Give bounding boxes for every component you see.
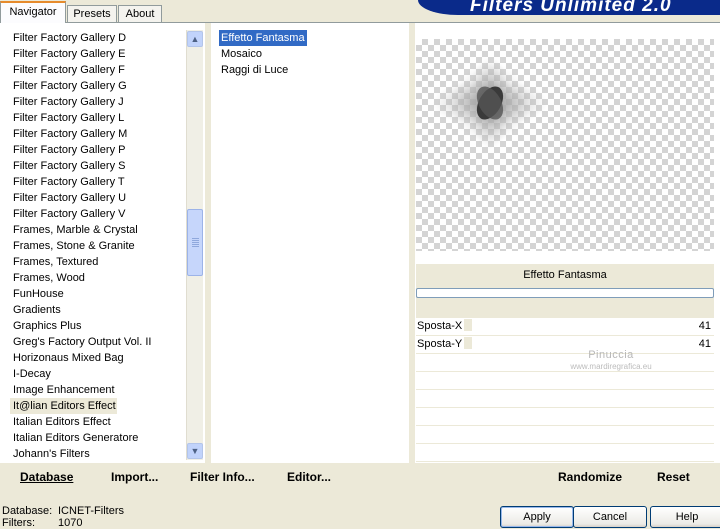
param-row-empty [416, 426, 714, 444]
category-item[interactable]: Frames, Marble & Crystal [10, 222, 186, 238]
param-row-sposta-x: Sposta-X 41 [416, 318, 714, 336]
navigator-panel: Filter Factory Gallery D Filter Factory G… [0, 23, 720, 463]
import-button[interactable]: Import... [111, 470, 158, 484]
filter-item[interactable]: Effetto Fantasma [219, 30, 307, 46]
category-item[interactable]: Filter Factory Gallery T [10, 174, 186, 190]
progress-bar [416, 288, 714, 298]
sposta-y-slider[interactable] [464, 337, 638, 349]
arrow-up-icon[interactable]: ▲ [187, 31, 203, 47]
category-item[interactable]: Filter Factory Gallery L [10, 110, 186, 126]
category-item[interactable]: Filter Factory Gallery V [10, 206, 186, 222]
param-label: Sposta-Y [417, 338, 463, 350]
category-item[interactable]: Filter Factory Gallery J [10, 94, 186, 110]
editor-button[interactable]: Editor... [287, 470, 331, 484]
category-item[interactable]: Frames, Textured [10, 254, 186, 270]
category-item[interactable]: Image Enhancement [10, 382, 186, 398]
database-status-value: ICNET-Filters [58, 505, 124, 517]
ghost-effect-preview [432, 57, 548, 149]
category-item[interactable]: Johann's Filters [10, 446, 186, 462]
scrollbar-thumb[interactable] [187, 209, 203, 276]
param-row-empty [416, 390, 714, 408]
category-item[interactable]: It@lian Editors Effect [10, 398, 117, 414]
category-item[interactable]: I-Decay [10, 366, 186, 382]
param-value: 41 [698, 320, 711, 332]
pane-divider[interactable] [205, 23, 211, 463]
preview-image [416, 39, 714, 251]
database-status-label: Database: [2, 505, 53, 517]
filter-item[interactable]: Raggi di Luce [219, 62, 290, 78]
category-item[interactable]: Frames, Wood [10, 270, 186, 286]
database-label: Database [20, 470, 74, 484]
category-item[interactable]: Filter Factory Gallery E [10, 46, 186, 62]
filter-row: Mosaico [219, 46, 405, 62]
filters-status-value: 1070 [58, 517, 83, 529]
category-item[interactable]: Italian Editors Generatore [10, 430, 186, 446]
status-area: Database: ICNET-Filters Filters: 1070 [2, 505, 124, 529]
parameter-area: Sposta-X 41 Sposta-Y 41 Pinuccia www.mar… [416, 318, 714, 462]
cancel-button[interactable]: Cancel [573, 506, 647, 528]
reset-button[interactable]: Reset [657, 470, 690, 484]
category-item[interactable]: Filter Factory Gallery P [10, 142, 186, 158]
param-label: Sposta-X [417, 320, 463, 332]
bottom-toolbar: Database Import... Filter Info... Editor… [0, 463, 720, 493]
category-item[interactable]: Italian Editors Effect [10, 414, 186, 430]
tab-navigator[interactable]: Navigator [0, 1, 66, 23]
filter-name-bar: Effetto Fantasma [416, 264, 714, 318]
category-item[interactable]: Filter Factory Gallery F [10, 62, 186, 78]
category-item[interactable]: Filter Factory Gallery S [10, 158, 186, 174]
arrow-down-icon[interactable]: ▼ [187, 443, 203, 459]
category-item[interactable]: Filter Factory Gallery U [10, 190, 186, 206]
category-item[interactable]: Horizonaus Mixed Bag [10, 350, 186, 366]
category-item[interactable]: Filter Factory Gallery M [10, 126, 186, 142]
app-title: Filters Unlimited 2.0 [470, 0, 672, 15]
watermark-name: Pinuccia [588, 349, 634, 361]
category-item[interactable]: Filter Factory Gallery D [10, 30, 186, 46]
param-row-empty [416, 372, 714, 390]
category-item[interactable]: Graphics Plus [10, 318, 186, 334]
category-item[interactable]: FunHouse [10, 286, 186, 302]
watermark: Pinuccia www.mardiregrafica.eu [556, 350, 666, 372]
filters-status-label: Filters: [2, 517, 35, 529]
category-item[interactable]: Frames, Stone & Granite [10, 238, 186, 254]
filter-row: Effetto Fantasma [219, 30, 405, 46]
apply-button[interactable]: Apply [500, 506, 574, 528]
category-list[interactable]: Filter Factory Gallery D Filter Factory G… [10, 30, 186, 462]
tab-presets[interactable]: Presets [67, 5, 117, 22]
app-title-banner: Filters Unlimited 2.0 [418, 0, 720, 15]
grip-icon [192, 238, 199, 247]
param-row-empty [416, 444, 714, 462]
database-button[interactable]: Database [20, 470, 73, 484]
filter-info-button[interactable]: Filter Info... [190, 470, 255, 484]
param-value: 41 [698, 338, 711, 350]
filter-item[interactable]: Mosaico [219, 46, 264, 62]
param-row-empty [416, 408, 714, 426]
randomize-button[interactable]: Randomize [558, 470, 622, 484]
watermark-url: www.mardiregrafica.eu [570, 362, 652, 371]
category-item[interactable]: Filter Factory Gallery G [10, 78, 186, 94]
pane-divider[interactable] [409, 23, 415, 463]
filter-row: Raggi di Luce [219, 62, 405, 78]
filters-count-line: Filters: 1070 [2, 517, 82, 529]
filter-list[interactable]: Effetto Fantasma Mosaico Raggi di Luce [219, 30, 405, 78]
category-scrollbar[interactable]: ▲ ▼ [186, 30, 203, 460]
help-button[interactable]: Help [650, 506, 720, 528]
category-item[interactable]: Gradients [10, 302, 186, 318]
tab-about[interactable]: About [118, 5, 162, 22]
sposta-x-slider[interactable] [464, 319, 638, 331]
current-filter-name: Effetto Fantasma [523, 269, 607, 281]
category-item[interactable]: Greg's Factory Output Vol. II [10, 334, 186, 350]
